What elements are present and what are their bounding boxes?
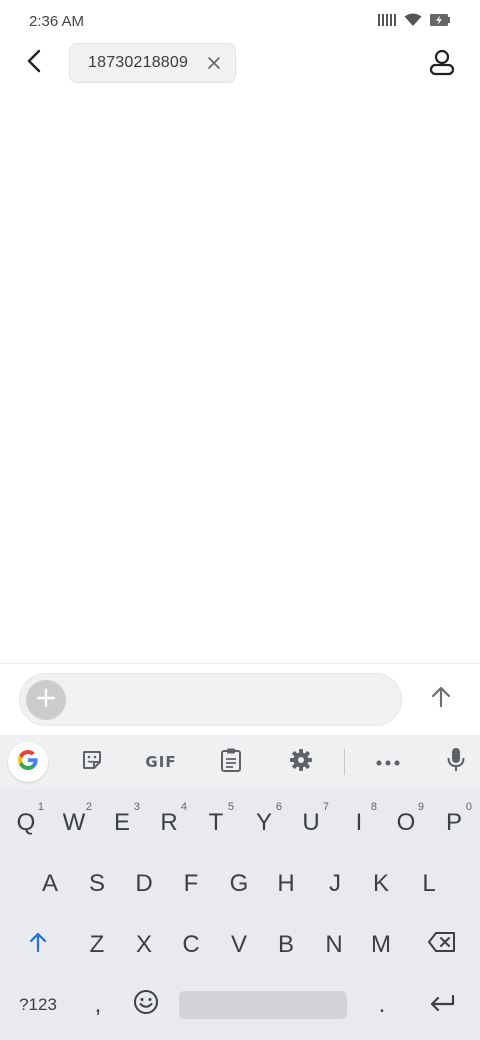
status-icons [378,13,450,27]
key-t-label: T [208,809,224,836]
shift-arrow-icon [27,931,49,960]
key-u-label: U [302,809,320,836]
mic-button[interactable] [436,743,476,781]
key-r-hint: 4 [180,801,187,813]
backspace-key[interactable] [417,919,467,971]
key-e-hint: 3 [133,801,140,813]
mic-icon [447,747,465,778]
key-u[interactable]: U7 [287,797,335,849]
key-s[interactable]: S [73,858,121,910]
enter-key[interactable] [416,979,468,1031]
sticker-icon [80,748,104,777]
keyboard: G I F Q 1 W 2 E 3 R 4 T 5 Y 6 U 7 I 8 O 9 … [0,735,480,1040]
key-w[interactable]: W2 [50,797,98,849]
attach-button[interactable] [26,680,66,720]
key-r[interactable]: R4 [145,797,193,849]
settings-button[interactable] [281,743,321,781]
status-bar: 2:36 AM [0,0,480,42]
space-key[interactable] [179,991,347,1019]
key-u-hint: 7 [322,801,329,813]
sticker-button[interactable] [72,743,112,781]
key-i-hint: 8 [370,801,377,813]
message-input[interactable] [76,674,396,725]
gif-label: GIF [145,753,177,771]
key-j[interactable]: J [311,858,359,910]
key-a[interactable]: A [26,858,74,910]
send-button[interactable] [422,680,460,718]
key-r-label: R [160,809,178,836]
key-y[interactable]: Y6 [240,797,288,849]
key-d[interactable]: D [120,858,168,910]
key-e[interactable]: E3 [98,797,146,849]
clipboard-button[interactable] [211,743,251,781]
key-o-hint: 9 [417,801,424,813]
back-arrow-icon [25,49,45,78]
key-y-hint: 6 [275,801,282,813]
key-f[interactable]: F [167,858,215,910]
key-l[interactable]: L [405,858,453,910]
key-v[interactable]: V [215,919,263,971]
gif-button[interactable]: GIF [140,743,182,781]
status-time: 2:36 AM [29,13,85,30]
toolbar-divider [344,749,345,775]
emoji-key[interactable] [122,979,170,1031]
key-p-label: P [445,809,462,836]
key-b[interactable]: B [262,919,310,971]
key-q-hint: 1 [37,801,44,813]
more-button[interactable] [367,743,409,781]
key-t-hint: 5 [227,801,234,813]
recipient-chip-label: 18730218809 [88,54,189,71]
google-button[interactable] [8,742,48,782]
contact-button[interactable] [426,48,458,80]
more-icon [376,753,400,771]
wifi-icon [404,13,422,27]
key-n[interactable]: N [310,919,358,971]
key-g[interactable]: G [215,858,263,910]
signal-icon [378,13,396,27]
battery-charging-icon [430,13,450,27]
key-i[interactable]: I8 [335,797,383,849]
plus-icon [36,688,56,713]
key-c[interactable]: C [167,919,215,971]
backspace-icon [428,931,456,959]
key-e-label: E [113,809,130,836]
period-key[interactable]: . [358,979,406,1031]
key-w-hint: 2 [85,801,92,813]
key-z[interactable]: Z [73,919,121,971]
key-p[interactable]: P0 [430,797,478,849]
recipient-chip[interactable]: 18730218809 [69,43,236,83]
key-m[interactable]: M [357,919,405,971]
comma-key[interactable]: , [74,979,122,1031]
symbols-key[interactable]: ?123 [10,979,66,1031]
close-icon[interactable] [207,56,221,70]
key-q[interactable]: Q1 [2,797,50,849]
key-q-label: Q [16,809,36,836]
conversation-header: 18730218809 [0,42,480,86]
compose-divider [0,663,480,664]
shift-key[interactable] [14,919,62,971]
settings-icon [289,748,313,777]
key-y-label: Y [255,809,272,836]
key-w-label: W [62,809,86,836]
send-arrow-icon [429,685,453,714]
key-t[interactable]: T5 [192,797,240,849]
key-o[interactable]: O9 [382,797,430,849]
key-o-label: O [396,809,416,836]
emoji-icon [133,989,159,1022]
contact-icon [428,48,456,81]
key-p-hint: 0 [465,801,472,813]
key-h[interactable]: H [262,858,310,910]
clipboard-icon [220,747,242,778]
key-i-label: I [355,809,363,836]
key-k[interactable]: K [357,858,405,910]
back-button[interactable] [18,46,52,80]
enter-icon [429,991,455,1019]
keyboard-toolbar: GIF [0,735,480,789]
key-x[interactable]: X [120,919,168,971]
google-icon [16,748,40,777]
compose-field[interactable] [19,673,402,726]
